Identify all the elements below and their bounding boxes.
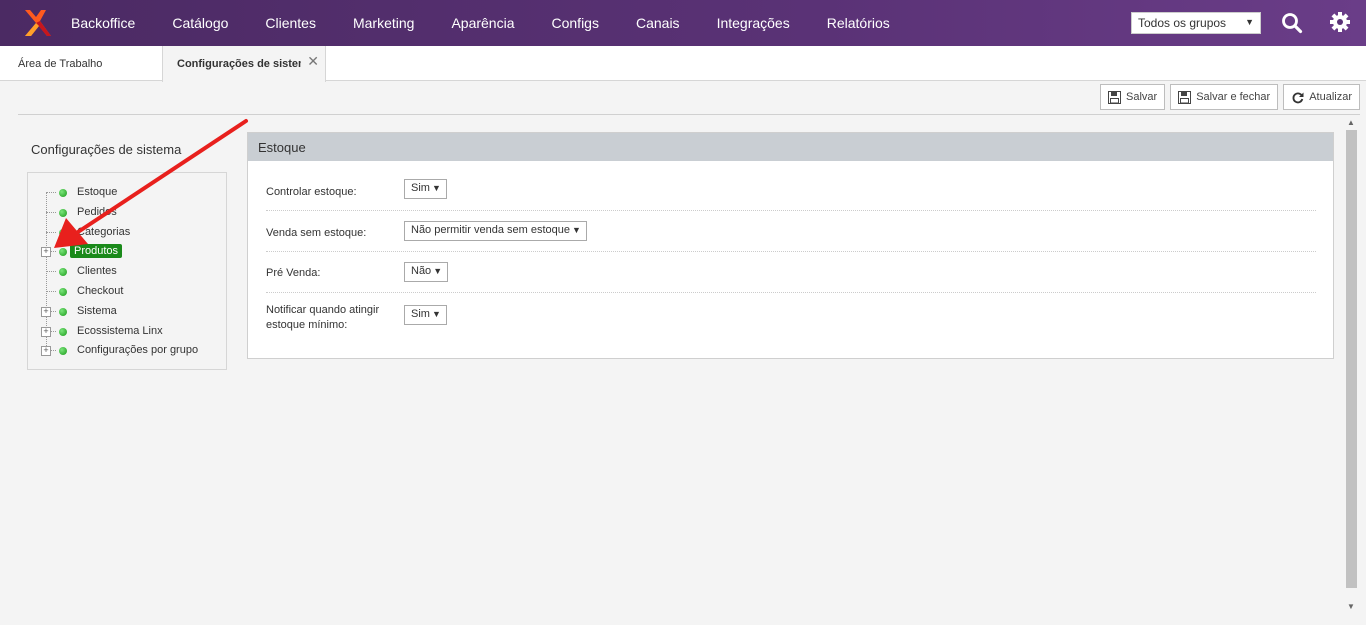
group-select-value: Todos os grupos [1138,16,1227,30]
status-dot-icon [59,268,67,277]
tree-item-label: Estoque [77,186,118,198]
tree-item-label: Sistema [77,304,117,317]
tabs-bar: Área de Trabalho Configurações de sistem… [0,46,1366,82]
close-icon[interactable]: ✕ [307,53,319,70]
gear-icon[interactable] [1329,11,1351,33]
main-nav: Backoffice Catálogo Clientes Marketing A… [71,0,927,46]
form-row-notificar-estoque-minimo: Notificar quando atingir estoque mínimo:… [266,293,1316,343]
form-row-controlar-estoque: Controlar estoque: Sim ▼ [266,176,1316,211]
nav-configs[interactable]: Configs [552,15,599,31]
linx-logo-icon[interactable] [20,7,52,39]
chevron-down-icon: ▼ [572,225,581,235]
vertical-scrollbar[interactable]: ▲ ▼ [1343,116,1360,613]
pre-venda-select[interactable]: Não ▼ [404,262,449,282]
save-label: Salvar [1126,91,1158,103]
field-label: Venda sem estoque: [266,227,367,239]
status-dot-icon [59,307,67,316]
chevron-down-icon: ▼ [432,309,441,319]
nav-relatorios[interactable]: Relatórios [827,15,890,31]
nav-aparencia[interactable]: Aparência [451,15,514,31]
top-navbar: Backoffice Catálogo Clientes Marketing A… [0,0,1366,46]
field-label: Controlar estoque: [266,186,357,198]
chevron-down-icon: ▼ [1245,17,1254,27]
tree-item-label: Produtos [70,244,123,259]
tree-connector [46,192,56,193]
refresh-label: Atualizar [1309,91,1352,103]
field-label: Pré Venda: [266,267,321,279]
status-dot-icon [59,287,67,296]
tree-connector [46,231,56,233]
save-and-close-button[interactable]: Salvar e fechar [1170,84,1279,110]
scroll-down-icon[interactable]: ▼ [1347,602,1355,611]
nav-catalogo[interactable]: Catálogo [172,15,228,31]
scroll-up-icon[interactable]: ▲ [1347,118,1355,127]
tab-configuracoes-de-sistema[interactable]: Configurações de sistema ✕ [162,46,326,82]
save-close-label: Salvar e fechar [1196,91,1271,103]
tab-label: Configurações de sistema [177,58,301,70]
expand-plus-icon[interactable]: + [41,247,51,258]
status-dot-icon [59,208,67,217]
search-icon[interactable] [1281,12,1303,34]
form-row-venda-sem-estoque: Venda sem estoque: Não permitir venda se… [266,211,1316,252]
settings-tree: Estoque Pedidos Categorias + Produtos Cl… [27,172,227,370]
notificar-estoque-minimo-select[interactable]: Sim ▼ [404,305,447,325]
tab-label: Área de Trabalho [18,57,103,70]
expand-plus-icon[interactable]: + [41,306,51,317]
nav-backoffice[interactable]: Backoffice [71,15,135,31]
select-value: Não permitir venda sem estoque [411,224,570,236]
status-dot-icon [59,228,67,237]
expand-plus-icon[interactable]: + [41,346,51,357]
status-dot-icon [59,248,67,257]
tree-item-label: Categorias [77,225,131,238]
toolbar-divider [18,114,1360,115]
tree-connector [46,271,56,273]
floppy-disk-icon [1178,90,1192,104]
tree-connector [46,290,56,292]
nav-integracoes[interactable]: Integrações [717,15,790,31]
form-row-pre-venda: Pré Venda: Não ▼ [266,252,1316,293]
refresh-icon [1292,92,1304,103]
scroll-thumb[interactable] [1346,130,1357,588]
tree-item-label: Clientes [77,265,117,278]
expand-plus-icon[interactable]: + [41,326,51,337]
save-button[interactable]: Salvar [1100,84,1166,110]
floppy-disk-icon [1108,90,1122,104]
venda-sem-estoque-select[interactable]: Não permitir venda sem estoque ▼ [404,221,587,241]
toolbar: Salvar Salvar e fechar Atualizar [1100,84,1360,110]
nav-marketing[interactable]: Marketing [353,15,414,31]
group-select[interactable]: Todos os grupos ▼ [1131,12,1261,34]
status-dot-icon [59,327,67,336]
nav-canais[interactable]: Canais [636,15,680,31]
nav-clientes[interactable]: Clientes [265,15,316,31]
sidebar-title: Configurações de sistema [31,142,182,157]
tree-item-label: Configurações por grupo [77,344,199,357]
tree-connector [46,211,56,213]
select-value: Sim [411,308,430,320]
chevron-down-icon: ▼ [433,266,443,276]
tree-item-label: Ecossistema Linx [77,324,163,337]
controlar-estoque-select[interactable]: Sim ▼ [404,179,447,199]
select-value: Não [411,265,432,277]
select-value: Sim [411,182,430,194]
tree-item-label: Checkout [77,284,124,297]
tab-area-de-trabalho[interactable]: Área de Trabalho [18,46,102,81]
estoque-panel: Estoque Controlar estoque: Sim ▼ Venda s… [247,132,1334,359]
panel-title: Estoque [248,133,1333,161]
field-label: Notificar quando atingir estoque mínimo: [266,304,380,331]
tree-item-label: Pedidos [77,205,117,218]
status-dot-icon [59,347,67,356]
chevron-down-icon: ▼ [432,183,441,193]
refresh-button[interactable]: Atualizar [1283,84,1360,110]
status-dot-icon [59,189,67,197]
